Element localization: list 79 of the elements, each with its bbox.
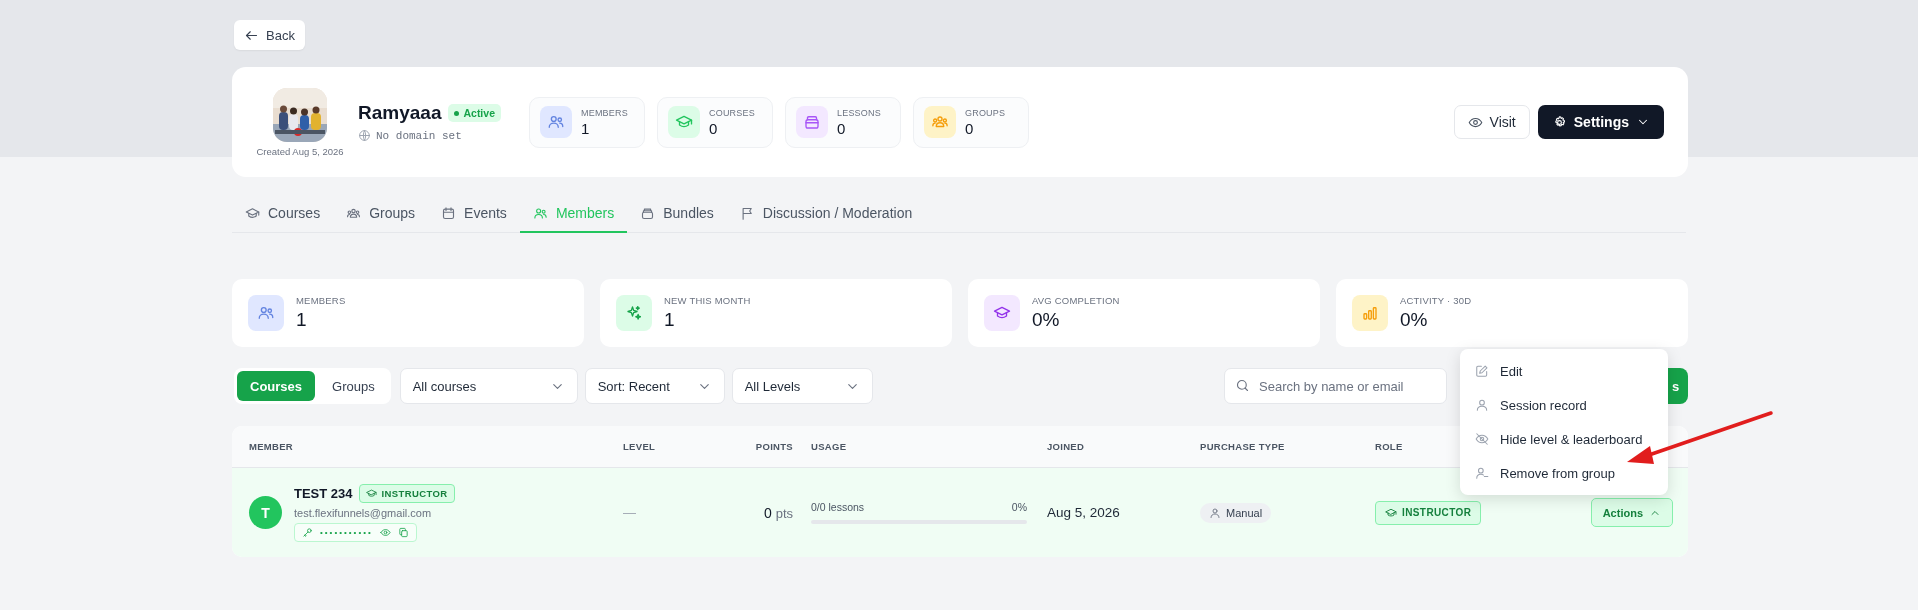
points-text: 0 pts [763,504,793,521]
filter-dropdown[interactable]: Sort: Recent [584,368,725,404]
member-avatar: T [249,496,282,529]
people-icon [532,205,548,221]
member-email: test.flexifunnels@gmail.com [294,506,433,519]
menu-item[interactable]: Session record [1460,388,1668,422]
tab[interactable]: Bundles [627,195,727,233]
stat-value: 0 [837,119,847,137]
summary-label: ACTIVITY · 30D [1400,295,1472,306]
actions-button[interactable]: Actions [1590,498,1673,527]
tab[interactable]: Courses [232,195,334,233]
stat-label: MEMBERS [581,107,628,118]
graduation-cap-icon [245,205,260,221]
search-field[interactable]: Search by name or email [1224,368,1447,404]
graduation-cap-icon [365,487,377,499]
domain-text: No domain set [376,129,462,142]
column-header: MEMBER [249,441,294,452]
stat-value: 0 [965,119,975,137]
stat-label: COURSES [709,107,755,118]
column-header: PURCHASE TYPE [1200,441,1285,452]
password-field: ••••••••••• [294,522,417,542]
people-icon [547,113,565,131]
usage-label: 0/0 lessons [811,501,865,513]
summary-label: NEW THIS MONTH [664,295,751,306]
member-name: TEST 234 [294,485,353,501]
summary-value: 1 [296,309,308,331]
bar-chart-icon [1361,304,1379,322]
eye-off-icon [1475,432,1489,446]
copy-icon [397,526,409,538]
user-icon [1475,398,1489,412]
key-icon [302,526,313,538]
box-icon [803,113,821,131]
level-text: — [623,505,636,520]
stat-label: LESSONS [837,107,881,118]
role-badge: INSTRUCTOR [1375,500,1482,525]
role-badge: INSTRUCTOR [358,483,455,503]
flag-icon [739,205,755,221]
status-badge: Active [448,104,501,122]
stat-label: GROUPS [965,107,1006,118]
menu-item[interactable]: Edit [1460,354,1668,388]
search-icon [1235,378,1250,393]
graduation-cap-icon [1385,506,1397,519]
column-header: ROLE [1375,441,1403,452]
eye-icon [379,526,391,538]
stack-icon [640,205,656,221]
back-button[interactable]: Back [234,20,305,50]
tab[interactable]: Discussion / Moderation [726,195,926,233]
summary-value: 0% [1400,309,1429,331]
filter-dropdown[interactable]: All courses [399,368,578,404]
created-date: Created Aug 5, 2026 [256,145,344,157]
pencil-icon [1475,364,1489,378]
menu-item[interactable]: Remove from group [1460,456,1668,490]
usage-percent: 0% [1011,501,1027,513]
column-header: USAGE [811,441,847,452]
tab[interactable]: Groups [333,195,429,233]
summary-value: 0% [1032,309,1061,331]
settings-button[interactable]: Settings [1537,105,1664,139]
column-header: JOINED [1047,441,1085,452]
filter-dropdown[interactable]: All Levels [731,368,873,404]
summary-label: AVG COMPLETION [1032,295,1120,306]
summary-label: MEMBERS [296,295,346,306]
purchase-type-badge: Manual [1200,502,1272,523]
visit-button[interactable]: Visit [1453,105,1530,139]
tab[interactable]: Events [428,195,520,233]
globe-icon [358,129,371,142]
user-icon [1209,506,1221,519]
calendar-icon [441,205,457,221]
people-icon [257,304,275,322]
stat-value: 0 [709,119,719,137]
column-header: LEVEL [623,441,656,452]
joined-date: Aug 5, 2026 [1047,505,1120,520]
view-toggle-option[interactable]: Groups [319,371,388,401]
sparkles-icon [625,304,643,322]
stat-value: 1 [581,119,591,137]
group-name: Ramyaaa [358,102,442,124]
column-header: POINTS [755,441,793,452]
summary-value: 1 [664,309,676,331]
user-minus-icon [1475,466,1489,480]
menu-item[interactable]: Hide level & leaderboard [1460,422,1668,456]
